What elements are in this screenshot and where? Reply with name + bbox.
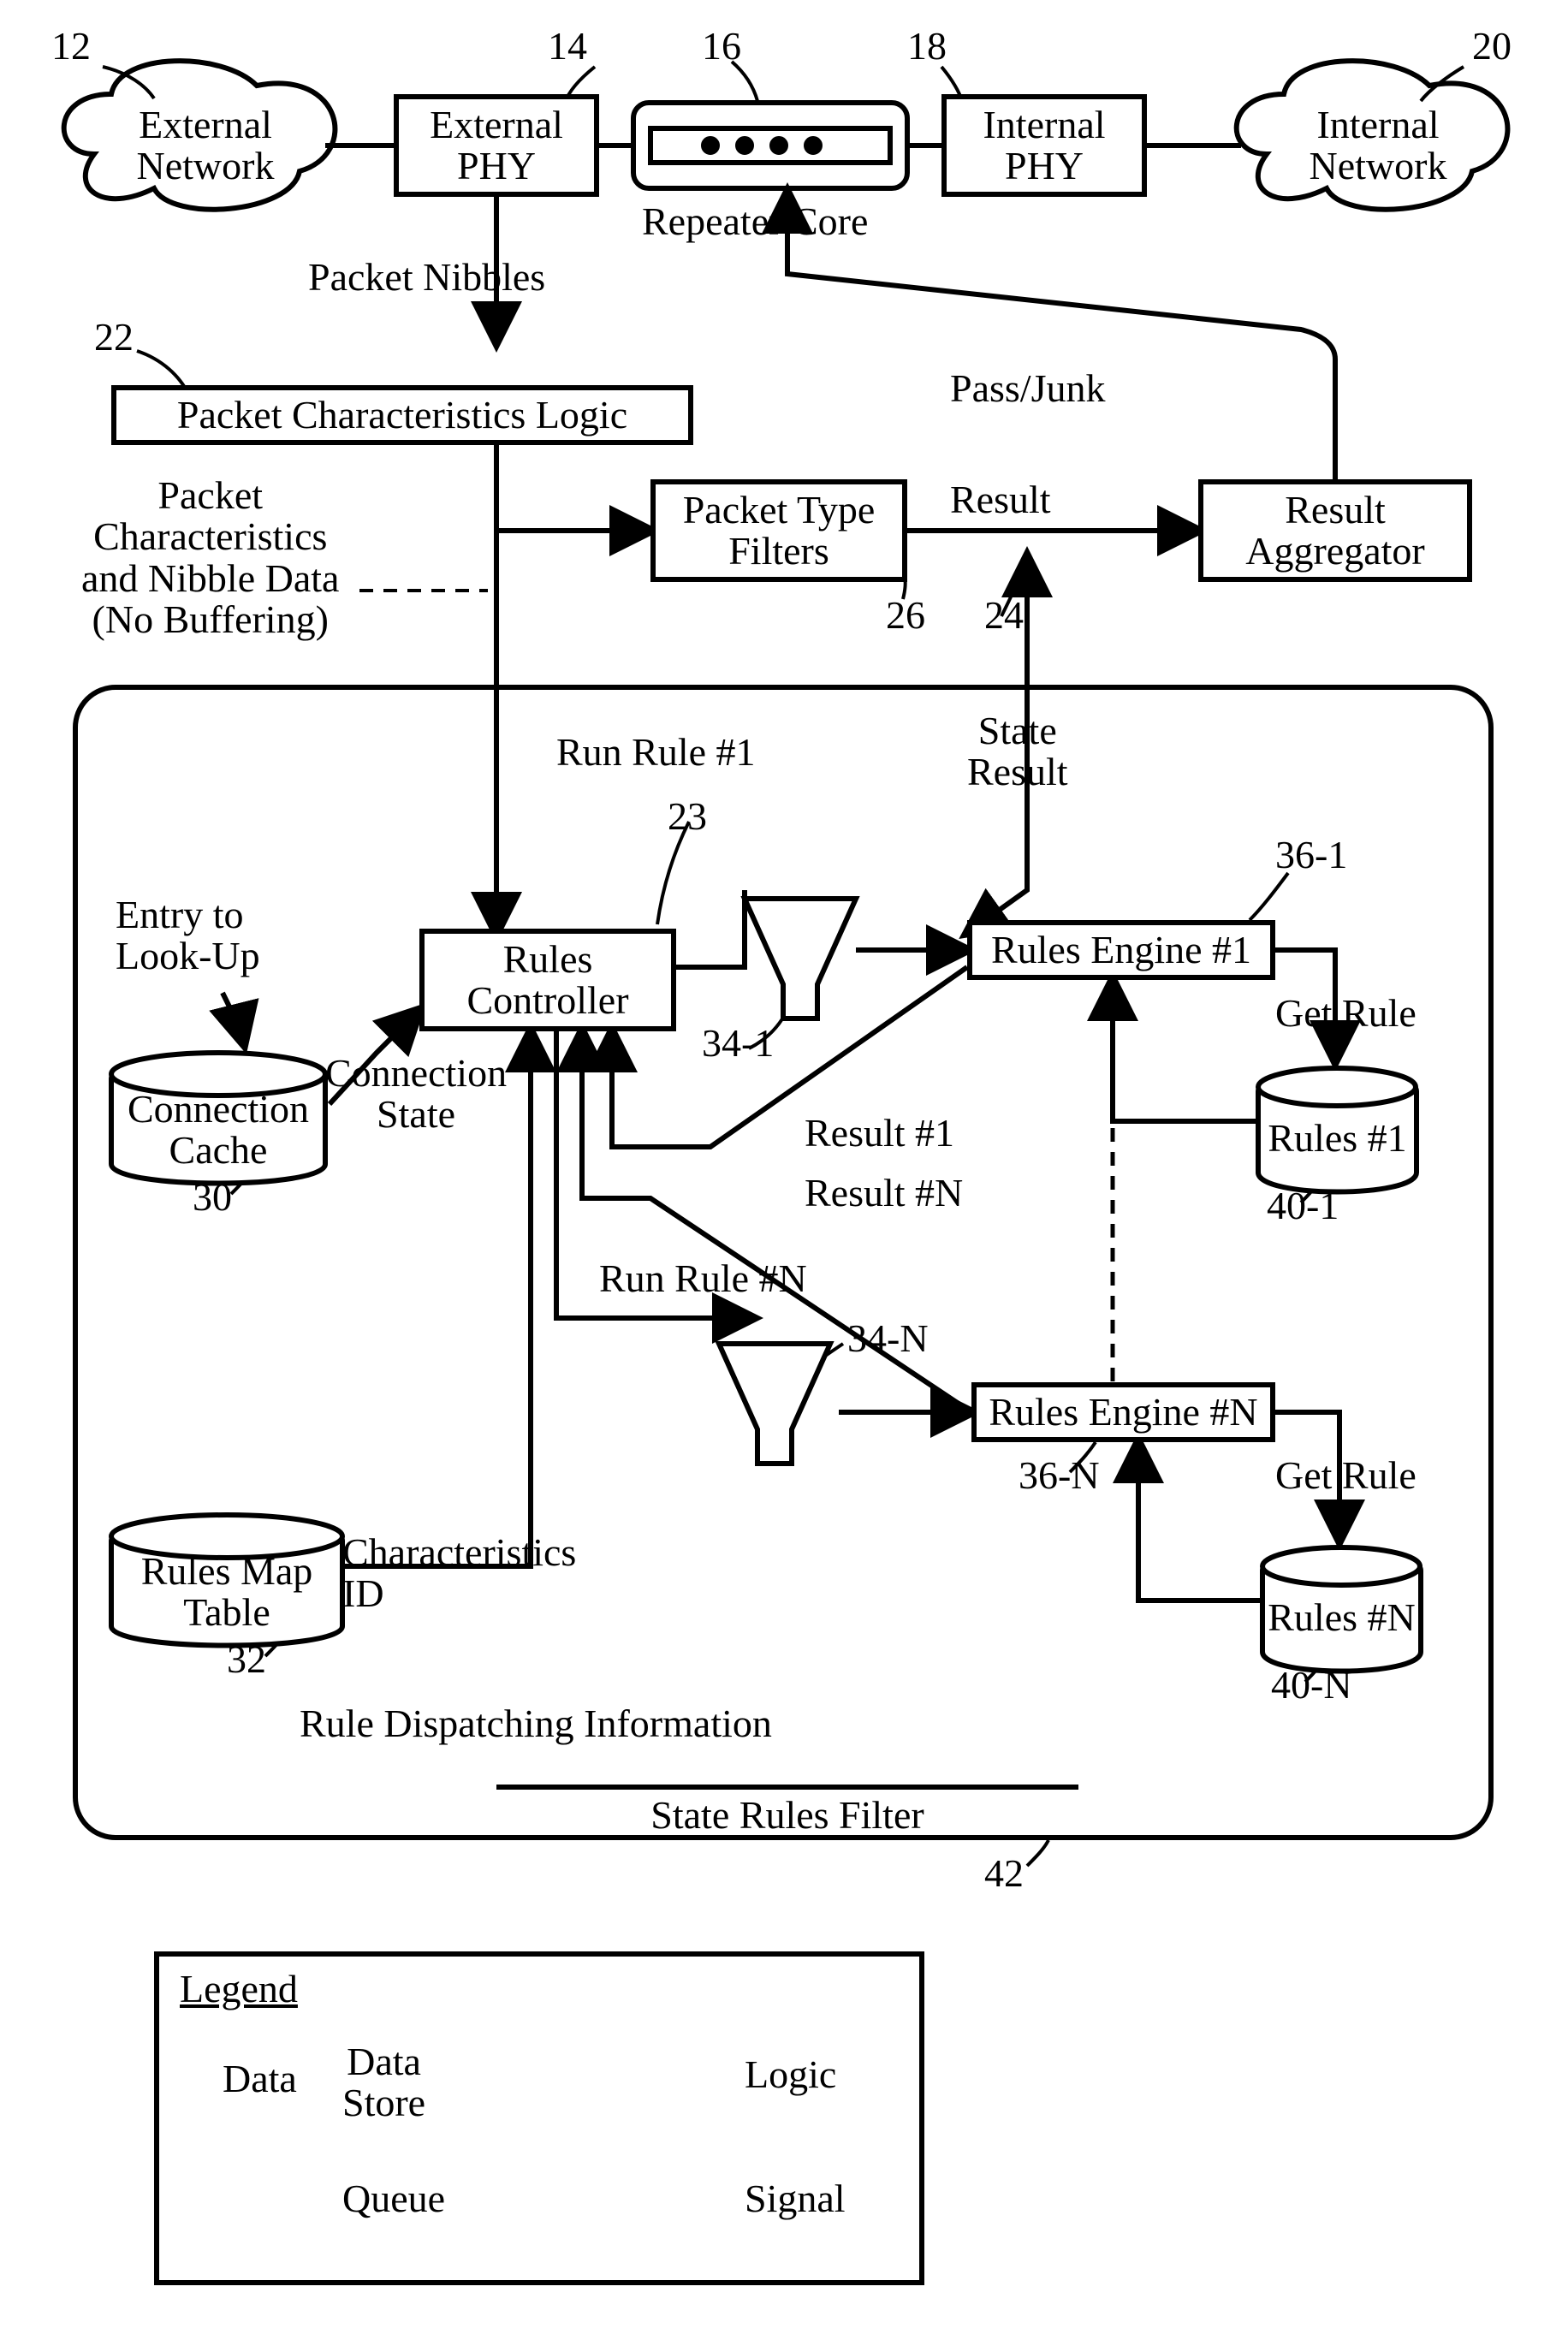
internal-phy-label: Internal PHY (953, 104, 1135, 187)
ref-42: 42 (984, 1853, 1024, 1894)
external-phy-box: External PHY (394, 94, 599, 197)
ref-30: 30 (193, 1177, 232, 1218)
ref-32: 32 (227, 1639, 266, 1680)
rules-engine-n-label: Rules Engine #N (989, 1392, 1257, 1433)
ref-18: 18 (907, 26, 947, 67)
ref-36-n: 36-N (1019, 1455, 1100, 1496)
legend-data-text: Data (223, 2058, 297, 2099)
ref-26: 26 (886, 595, 925, 636)
run-rule-1-label: Run Rule #1 (556, 732, 756, 773)
packet-nibbles-label: Packet Nibbles (308, 257, 545, 298)
rule-dispatching-label: Rule Dispatching Information (300, 1703, 772, 1744)
rules-engine-n-box: Rules Engine #N (971, 1382, 1275, 1442)
ptf-label: Packet Type Filters (662, 490, 895, 573)
result-n-label: Result #N (805, 1173, 963, 1214)
repeater-core-label: Repeater Core (642, 201, 868, 242)
result-aggregator-box: Result Aggregator (1198, 479, 1472, 582)
entry-lookup-label: Entry to Look-Up (116, 894, 260, 977)
rules-1-label: Rules #1 (1268, 1118, 1406, 1159)
characteristics-id-label: Characteristics ID (342, 1532, 576, 1615)
ref-40-n: 40-N (1271, 1665, 1352, 1706)
ref-34-1: 34-1 (702, 1023, 774, 1064)
result-label: Result (950, 479, 1051, 520)
ref-24: 24 (984, 595, 1024, 636)
external-network-cloud: External Network (103, 98, 308, 193)
connection-cache-cyl: Connection Cache (111, 1078, 325, 1181)
pcl-label: Packet Characteristics Logic (177, 395, 627, 436)
internal-network-cloud: Internal Network (1275, 98, 1481, 193)
ref-40-1: 40-1 (1267, 1185, 1339, 1226)
rules-map-table-cyl: Rules Map Table (111, 1541, 342, 1643)
get-rule-n-label: Get Rule (1275, 1455, 1417, 1496)
pass-junk-label: Pass/Junk (950, 368, 1105, 409)
legend-queue: Queue (342, 2178, 445, 2219)
internal-network-label: Internal Network (1275, 104, 1481, 187)
pc-nibble-note: Packet Characteristics and Nibble Data (… (81, 475, 339, 640)
ra-label: Result Aggregator (1210, 490, 1460, 573)
legend-data-store: Data Store (342, 2041, 425, 2124)
legend-title: Legend (180, 1969, 298, 2010)
rules-n-label: Rules #N (1268, 1597, 1416, 1638)
rules-controller-box: Rules Controller (419, 929, 676, 1031)
run-rule-n-label: Run Rule #N (599, 1258, 807, 1299)
rules-map-table-label: Rules Map Table (111, 1551, 342, 1634)
external-phy-label: External PHY (406, 104, 587, 187)
ref-22: 22 (94, 317, 134, 358)
packet-characteristics-logic-box: Packet Characteristics Logic (111, 385, 693, 445)
result-1-label: Result #1 (805, 1113, 954, 1154)
rules-engine-1-box: Rules Engine #1 (967, 920, 1275, 980)
ref-20: 20 (1472, 26, 1512, 67)
ref-14: 14 (548, 26, 587, 67)
external-network-label: External Network (103, 104, 308, 187)
state-result-label: State Result (967, 710, 1068, 793)
rules-n-cyl: Rules #N (1262, 1571, 1421, 1665)
ref-23: 23 (668, 796, 707, 837)
get-rule-1-label: Get Rule (1275, 993, 1417, 1034)
ref-36-1: 36-1 (1275, 834, 1347, 876)
rules-engine-1-label: Rules Engine #1 (991, 929, 1251, 971)
legend-signal: Signal (745, 2178, 846, 2219)
legend-logic: Logic (745, 2054, 836, 2095)
packet-type-filters-box: Packet Type Filters (650, 479, 907, 582)
ref-34-n: 34-N (847, 1318, 929, 1359)
state-rules-filter-title: State Rules Filter (496, 1785, 1078, 1836)
internal-phy-box: Internal PHY (941, 94, 1147, 197)
rules-1-cyl: Rules #1 (1258, 1091, 1417, 1185)
rules-controller-label: Rules Controller (431, 939, 664, 1022)
ref-16: 16 (702, 26, 741, 67)
connection-state-label: Connection State (325, 1053, 507, 1136)
connection-cache-label: Connection Cache (111, 1089, 325, 1172)
ref-12: 12 (51, 26, 91, 67)
